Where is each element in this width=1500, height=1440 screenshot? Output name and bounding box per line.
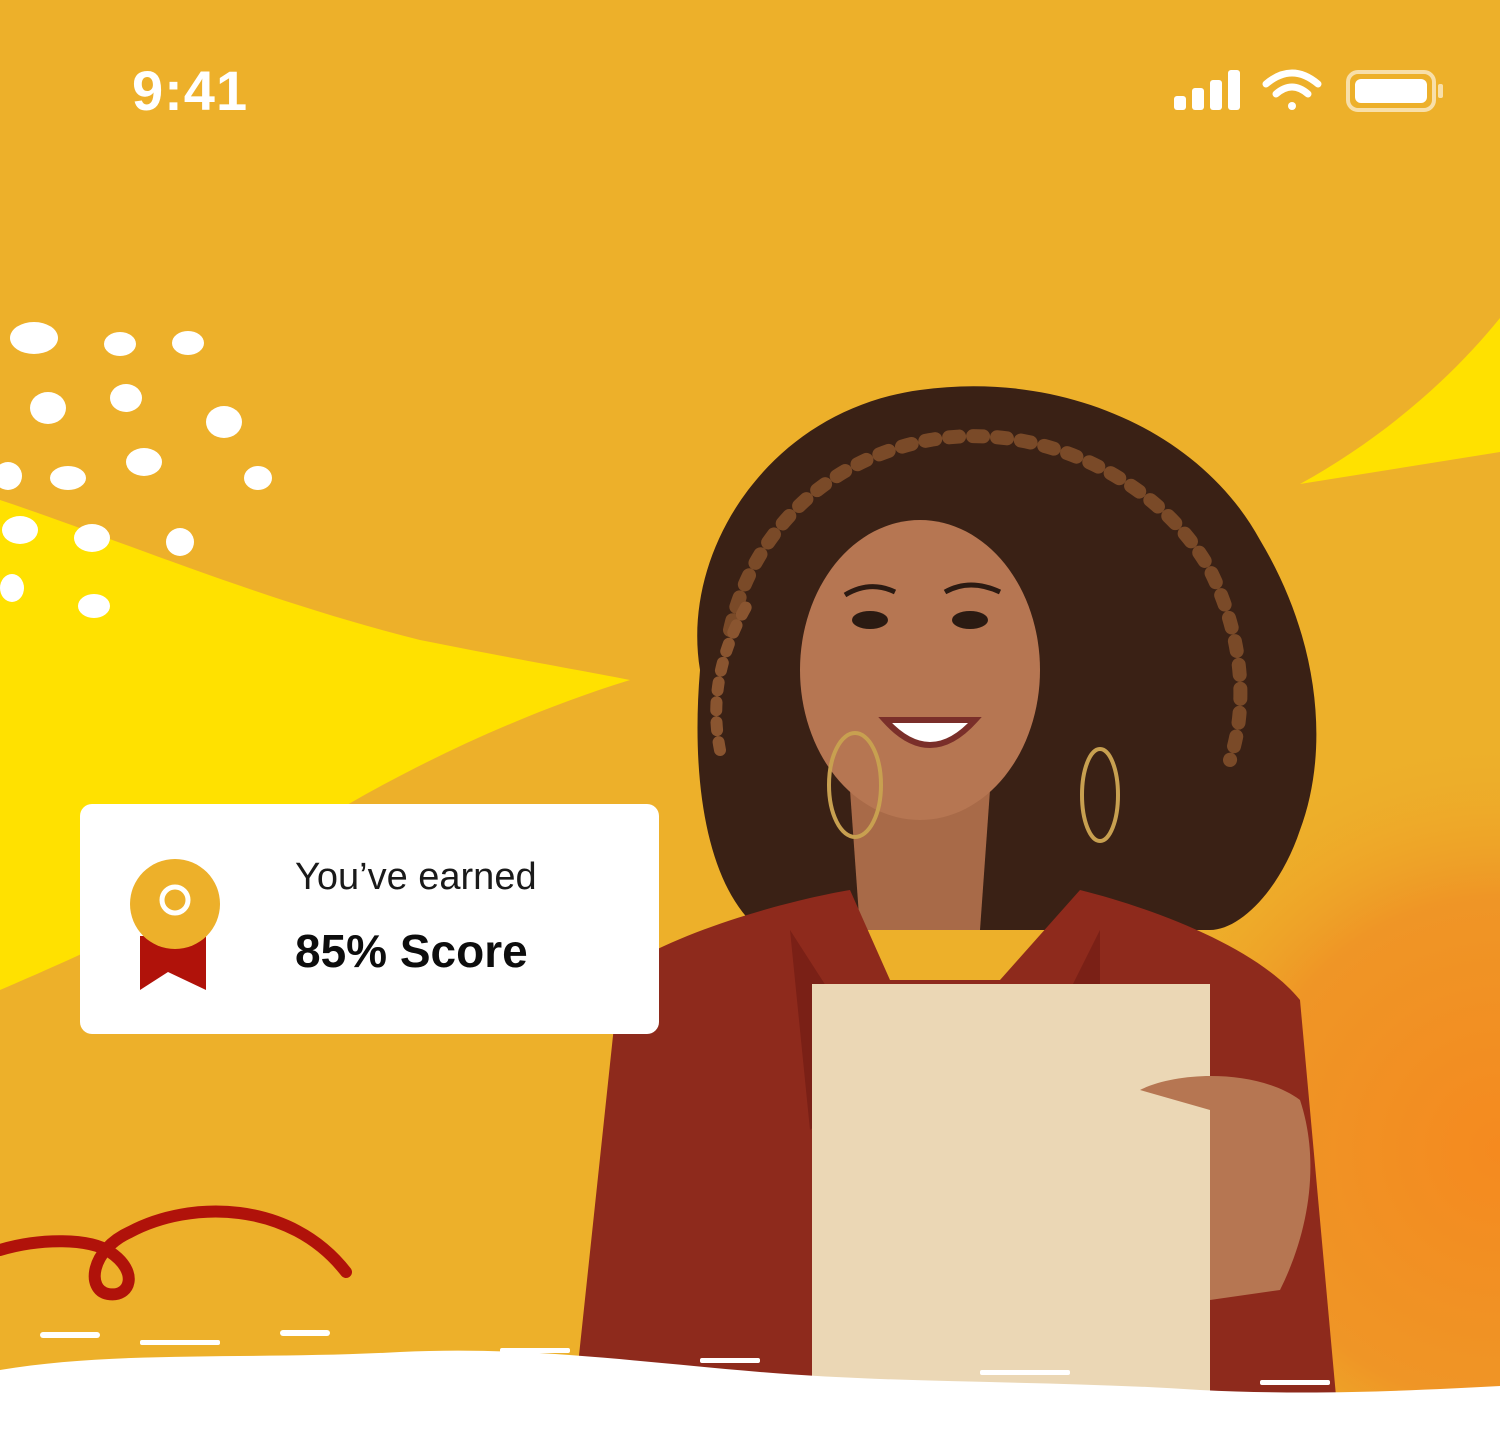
status-bar-icons <box>1174 69 1443 112</box>
award-ribbon-icon <box>130 859 220 990</box>
score-card-value: 85% Score <box>295 925 528 977</box>
hero-woman-illustration <box>570 386 1340 1440</box>
battery-icon <box>1346 70 1443 112</box>
wifi-icon <box>1262 69 1322 110</box>
bottom-brush-edge <box>0 1330 1500 1440</box>
status-bar-time: 9:41 <box>132 59 249 122</box>
score-card-label: You’ve earned <box>295 856 537 898</box>
onboarding-screen: 9:41 You’ve earned 85% Score <box>0 0 1500 1440</box>
cellular-signal-icon <box>1174 70 1240 110</box>
score-card: You’ve earned 85% Score <box>80 804 659 1034</box>
